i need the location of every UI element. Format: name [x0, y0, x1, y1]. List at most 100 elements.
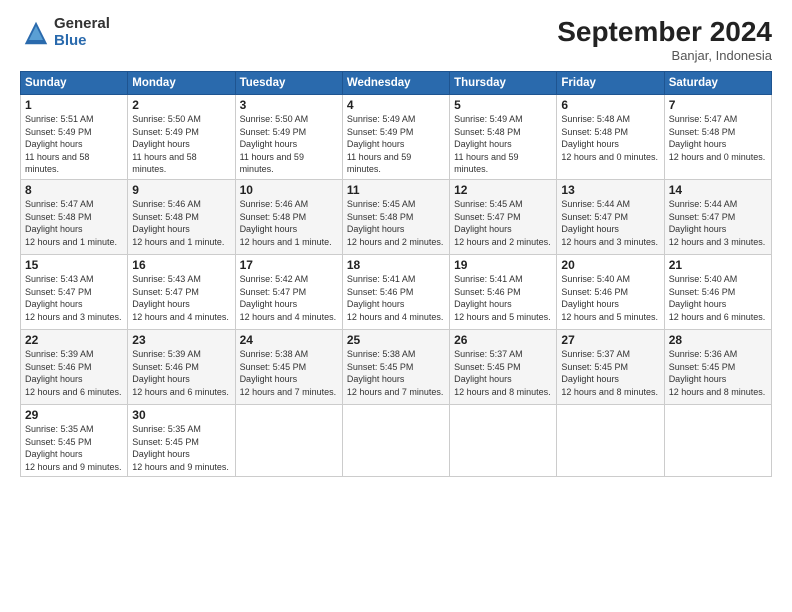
- calendar: Sunday Monday Tuesday Wednesday Thursday…: [20, 71, 772, 477]
- day-info: Sunrise: 5:38 AMSunset: 5:45 PMDaylight …: [240, 348, 338, 398]
- table-row: 9 Sunrise: 5:46 AMSunset: 5:48 PMDayligh…: [128, 179, 235, 254]
- month-title: September 2024: [557, 16, 772, 48]
- day-number: 15: [25, 258, 123, 272]
- day-info: Sunrise: 5:41 AMSunset: 5:46 PMDaylight …: [347, 273, 445, 323]
- header: General Blue September 2024 Banjar, Indo…: [20, 16, 772, 63]
- day-info: Sunrise: 5:51 AMSunset: 5:49 PMDaylight …: [25, 113, 123, 176]
- day-info: Sunrise: 5:38 AMSunset: 5:45 PMDaylight …: [347, 348, 445, 398]
- logo-text: General Blue: [54, 16, 110, 49]
- table-row: 6 Sunrise: 5:48 AMSunset: 5:48 PMDayligh…: [557, 95, 664, 180]
- day-number: 11: [347, 183, 445, 197]
- day-number: 26: [454, 333, 552, 347]
- table-row: 29 Sunrise: 5:35 AMSunset: 5:45 PMDaylig…: [21, 404, 128, 476]
- day-number: 7: [669, 98, 767, 112]
- day-number: 5: [454, 98, 552, 112]
- table-row: 28 Sunrise: 5:36 AMSunset: 5:45 PMDaylig…: [664, 329, 771, 404]
- table-row: 18 Sunrise: 5:41 AMSunset: 5:46 PMDaylig…: [342, 254, 449, 329]
- day-number: 20: [561, 258, 659, 272]
- table-row: 26 Sunrise: 5:37 AMSunset: 5:45 PMDaylig…: [450, 329, 557, 404]
- table-row: 10 Sunrise: 5:46 AMSunset: 5:48 PMDaylig…: [235, 179, 342, 254]
- day-number: 6: [561, 98, 659, 112]
- table-row: 2 Sunrise: 5:50 AMSunset: 5:49 PMDayligh…: [128, 95, 235, 180]
- col-saturday: Saturday: [664, 72, 771, 95]
- table-row: [557, 404, 664, 476]
- logo-icon: [22, 19, 50, 47]
- table-row: 13 Sunrise: 5:44 AMSunset: 5:47 PMDaylig…: [557, 179, 664, 254]
- day-info: Sunrise: 5:50 AMSunset: 5:49 PMDaylight …: [240, 113, 338, 176]
- logo: General Blue: [20, 16, 110, 49]
- day-number: 8: [25, 183, 123, 197]
- day-info: Sunrise: 5:42 AMSunset: 5:47 PMDaylight …: [240, 273, 338, 323]
- table-row: 27 Sunrise: 5:37 AMSunset: 5:45 PMDaylig…: [557, 329, 664, 404]
- day-info: Sunrise: 5:39 AMSunset: 5:46 PMDaylight …: [132, 348, 230, 398]
- day-info: Sunrise: 5:45 AMSunset: 5:48 PMDaylight …: [347, 198, 445, 248]
- day-number: 19: [454, 258, 552, 272]
- day-info: Sunrise: 5:37 AMSunset: 5:45 PMDaylight …: [561, 348, 659, 398]
- table-row: 4 Sunrise: 5:49 AMSunset: 5:49 PMDayligh…: [342, 95, 449, 180]
- day-info: Sunrise: 5:48 AMSunset: 5:48 PMDaylight …: [561, 113, 659, 163]
- day-info: Sunrise: 5:35 AMSunset: 5:45 PMDaylight …: [132, 423, 230, 473]
- col-sunday: Sunday: [21, 72, 128, 95]
- day-number: 21: [669, 258, 767, 272]
- day-number: 16: [132, 258, 230, 272]
- day-info: Sunrise: 5:49 AMSunset: 5:49 PMDaylight …: [347, 113, 445, 176]
- calendar-header-row: Sunday Monday Tuesday Wednesday Thursday…: [21, 72, 772, 95]
- day-info: Sunrise: 5:46 AMSunset: 5:48 PMDaylight …: [132, 198, 230, 248]
- table-row: 12 Sunrise: 5:45 AMSunset: 5:47 PMDaylig…: [450, 179, 557, 254]
- day-info: Sunrise: 5:44 AMSunset: 5:47 PMDaylight …: [669, 198, 767, 248]
- day-info: Sunrise: 5:50 AMSunset: 5:49 PMDaylight …: [132, 113, 230, 176]
- table-row: [664, 404, 771, 476]
- table-row: [235, 404, 342, 476]
- logo-general-text: General: [54, 16, 110, 33]
- day-info: Sunrise: 5:40 AMSunset: 5:46 PMDaylight …: [561, 273, 659, 323]
- col-monday: Monday: [128, 72, 235, 95]
- location: Banjar, Indonesia: [557, 48, 772, 63]
- table-row: 24 Sunrise: 5:38 AMSunset: 5:45 PMDaylig…: [235, 329, 342, 404]
- day-info: Sunrise: 5:43 AMSunset: 5:47 PMDaylight …: [25, 273, 123, 323]
- page: General Blue September 2024 Banjar, Indo…: [0, 0, 792, 612]
- day-info: Sunrise: 5:47 AMSunset: 5:48 PMDaylight …: [25, 198, 123, 248]
- col-friday: Friday: [557, 72, 664, 95]
- day-info: Sunrise: 5:44 AMSunset: 5:47 PMDaylight …: [561, 198, 659, 248]
- day-number: 28: [669, 333, 767, 347]
- day-number: 23: [132, 333, 230, 347]
- day-number: 10: [240, 183, 338, 197]
- day-info: Sunrise: 5:36 AMSunset: 5:45 PMDaylight …: [669, 348, 767, 398]
- day-number: 4: [347, 98, 445, 112]
- day-number: 14: [669, 183, 767, 197]
- table-row: 30 Sunrise: 5:35 AMSunset: 5:45 PMDaylig…: [128, 404, 235, 476]
- col-wednesday: Wednesday: [342, 72, 449, 95]
- table-row: 22 Sunrise: 5:39 AMSunset: 5:46 PMDaylig…: [21, 329, 128, 404]
- day-info: Sunrise: 5:40 AMSunset: 5:46 PMDaylight …: [669, 273, 767, 323]
- title-block: September 2024 Banjar, Indonesia: [557, 16, 772, 63]
- day-number: 18: [347, 258, 445, 272]
- day-info: Sunrise: 5:45 AMSunset: 5:47 PMDaylight …: [454, 198, 552, 248]
- logo-blue-text: Blue: [54, 33, 110, 50]
- day-number: 2: [132, 98, 230, 112]
- table-row: 1 Sunrise: 5:51 AMSunset: 5:49 PMDayligh…: [21, 95, 128, 180]
- day-number: 29: [25, 408, 123, 422]
- day-info: Sunrise: 5:37 AMSunset: 5:45 PMDaylight …: [454, 348, 552, 398]
- col-thursday: Thursday: [450, 72, 557, 95]
- table-row: [450, 404, 557, 476]
- day-number: 9: [132, 183, 230, 197]
- table-row: 15 Sunrise: 5:43 AMSunset: 5:47 PMDaylig…: [21, 254, 128, 329]
- table-row: 8 Sunrise: 5:47 AMSunset: 5:48 PMDayligh…: [21, 179, 128, 254]
- day-number: 12: [454, 183, 552, 197]
- table-row: 5 Sunrise: 5:49 AMSunset: 5:48 PMDayligh…: [450, 95, 557, 180]
- day-info: Sunrise: 5:35 AMSunset: 5:45 PMDaylight …: [25, 423, 123, 473]
- day-info: Sunrise: 5:47 AMSunset: 5:48 PMDaylight …: [669, 113, 767, 163]
- day-info: Sunrise: 5:46 AMSunset: 5:48 PMDaylight …: [240, 198, 338, 248]
- col-tuesday: Tuesday: [235, 72, 342, 95]
- table-row: 17 Sunrise: 5:42 AMSunset: 5:47 PMDaylig…: [235, 254, 342, 329]
- table-row: [342, 404, 449, 476]
- day-number: 24: [240, 333, 338, 347]
- day-info: Sunrise: 5:43 AMSunset: 5:47 PMDaylight …: [132, 273, 230, 323]
- day-number: 3: [240, 98, 338, 112]
- table-row: 14 Sunrise: 5:44 AMSunset: 5:47 PMDaylig…: [664, 179, 771, 254]
- day-info: Sunrise: 5:41 AMSunset: 5:46 PMDaylight …: [454, 273, 552, 323]
- day-number: 1: [25, 98, 123, 112]
- day-number: 25: [347, 333, 445, 347]
- day-info: Sunrise: 5:49 AMSunset: 5:48 PMDaylight …: [454, 113, 552, 176]
- day-number: 22: [25, 333, 123, 347]
